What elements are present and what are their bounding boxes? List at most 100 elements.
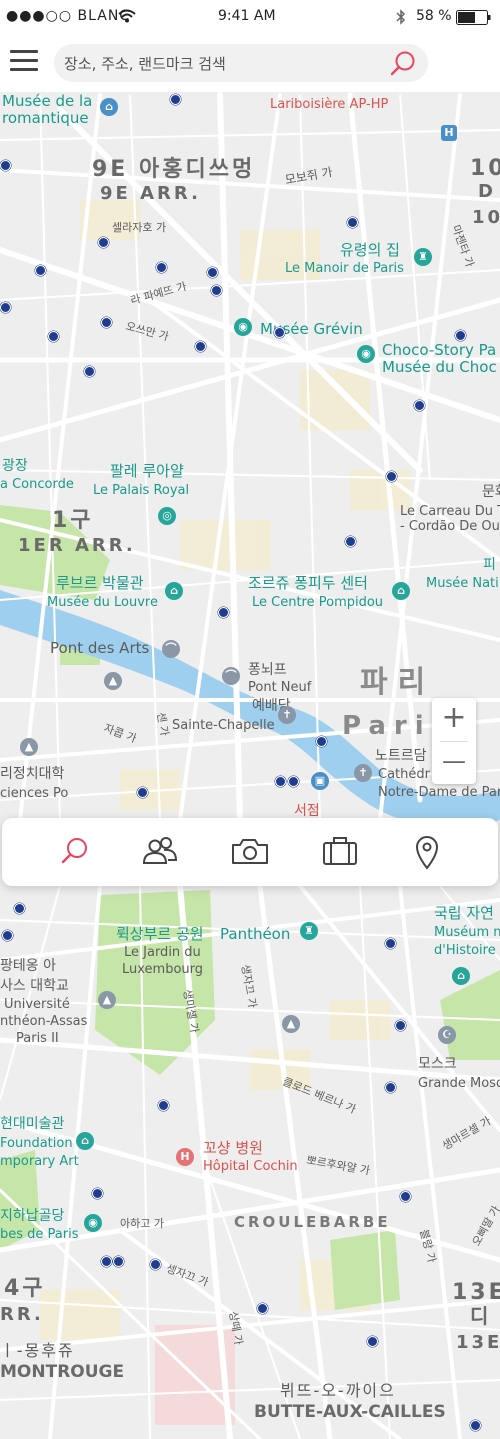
metro-icon[interactable] [218,607,229,618]
poi-palais-fr[interactable]: Le Palais Royal [93,483,189,499]
metro-icon[interactable] [158,1100,169,1111]
menu-icon[interactable] [10,50,38,76]
metro-icon[interactable] [195,341,206,352]
metro-icon[interactable] [101,1256,112,1267]
search-input[interactable] [62,46,386,82]
poi-pompidou-fr[interactable]: Le Centre Pompidou [252,595,383,611]
metro-icon[interactable] [113,1256,124,1267]
poi-pi-kr[interactable]: 피 [483,557,496,573]
metro-icon[interactable] [92,1188,103,1199]
poi-chapelle-fr[interactable]: Sainte-Chapelle [172,718,275,734]
metro-icon[interactable] [316,736,327,747]
poi-luxembourg-kr[interactable]: 뤽상부르 공원 [116,925,204,943]
metro-icon[interactable] [470,1420,481,1431]
poi-pontneuf-kr[interactable]: 퐁뇌프 [248,662,287,678]
search-bar[interactable] [54,44,428,82]
poi-cochin-fr[interactable]: Hôpital Cochin [203,1159,298,1175]
poi-concorde[interactable]: a Concorde [0,477,74,493]
metro-icon[interactable] [455,330,466,341]
metro-icon[interactable] [414,400,425,411]
poi-musee-nat[interactable]: Musée Nati [426,576,499,592]
poi-cochin-kr[interactable]: 꼬샹 병원 [203,1139,263,1157]
metro-icon[interactable] [150,1259,161,1270]
search-icon[interactable] [390,50,416,76]
poi-assas-kr-1[interactable]: 팡테옹 아 [0,958,56,974]
poi-pontneuf-fr[interactable]: Pont Neuf [248,680,311,696]
metro-icon[interactable] [35,265,46,276]
metro-icon[interactable] [386,471,397,482]
poi-sciencespo-fr[interactable]: ciences Po [0,786,68,802]
poi-assas-2[interactable]: nthéon-Assas [0,1014,87,1030]
poi-assas-kr-2[interactable]: 사스 대학교 [0,978,69,994]
poi-modern-2[interactable]: mporary Art [0,1154,79,1170]
metro-icon[interactable] [347,217,358,228]
metro-icon[interactable] [385,938,396,949]
metro-icon[interactable] [2,930,13,941]
poi-catacombs-kr[interactable]: 지하납골당 [0,1208,64,1224]
metro-icon[interactable] [400,1191,411,1202]
poi-catacombs-fr[interactable]: bes de Paris [0,1227,79,1243]
metro-icon[interactable] [211,285,222,296]
poi-pantheon[interactable]: Panthéon [220,925,290,943]
poi-national-2[interactable]: d'Histoire [434,943,496,959]
poi-assas-1[interactable]: Université [4,997,70,1013]
metro-icon[interactable] [367,1336,378,1347]
metro-icon[interactable] [385,1082,396,1093]
hospital-icon: H [176,1148,194,1166]
poi-assas-3[interactable]: Paris II [16,1031,59,1047]
tab-search-icon[interactable] [54,832,94,872]
poi-chocostory[interactable]: Choco-Story Pa Musée du Choc [382,341,497,377]
metro-icon[interactable] [345,536,356,547]
poi-luxembourg-2[interactable]: Luxembourg [122,962,203,978]
metro-icon[interactable] [170,94,181,105]
poi-luxembourg-1[interactable]: Le Jardin du [124,945,201,961]
metro-icon[interactable] [0,160,11,171]
metro-icon[interactable] [0,302,11,313]
poi-mosque-kr[interactable]: 모스크 [418,1056,457,1072]
metro-icon[interactable] [156,262,167,273]
poi-notredame-1[interactable]: Cathédr [378,767,430,783]
battery-percent: 58 % [416,8,452,24]
poi-gwangjang-kr[interactable]: 광장 [2,458,28,474]
museum-icon: ⌂ [76,1132,94,1150]
tab-briefcase-icon[interactable] [320,832,360,872]
metro-icon[interactable] [101,317,112,328]
zoom-out-button[interactable]: — [432,741,476,784]
poi-notredame-2[interactable]: Notre-Dame de Par [378,785,500,801]
poi-louvre-kr[interactable]: 루브르 박물관 [56,574,144,592]
poi-sciencespo-kr[interactable]: 리정치대학 [0,766,64,782]
tab-location-icon[interactable] [407,832,447,872]
metro-icon[interactable] [275,776,286,787]
tab-camera-icon[interactable] [230,832,270,872]
metro-icon[interactable] [48,331,59,342]
poi-mosque-fr[interactable]: Grande Mosq [418,1076,500,1092]
poi-yoomyung-kr[interactable]: 유령의 집 [340,241,400,259]
metro-icon[interactable] [395,1020,406,1031]
poi-national-kr[interactable]: 국립 자연 [434,904,494,922]
poi-seojeom[interactable]: 서점 [294,803,320,819]
metro-icon[interactable] [288,776,299,787]
metro-icon[interactable] [14,903,25,914]
metro-icon[interactable] [84,366,95,377]
poi-pompidou-kr[interactable]: 조르쥬 퐁피두 센터 [248,574,368,592]
poi-lariboisiere[interactable]: Lariboisière AP-HP [270,97,388,113]
metro-icon[interactable] [257,1303,268,1314]
poi-manoir-fr[interactable]: Le Manoir de Paris [285,261,404,277]
poi-modern-kr[interactable]: 현대미술관 [0,1116,64,1132]
metro-icon[interactable] [207,267,218,278]
zoom-in-button[interactable]: + [432,698,476,741]
poi-pont-arts[interactable]: Pont des Arts [50,639,149,657]
metro-icon[interactable] [274,327,285,338]
poi-louvre-fr[interactable]: Musée du Louvre [47,595,158,611]
tab-people-icon[interactable] [140,832,180,872]
district-1-fr: 1ER ARR. [18,535,136,556]
metro-icon[interactable] [137,787,148,798]
metro-icon[interactable] [98,237,109,248]
museum-icon: ⌂ [392,582,410,600]
poi-palais-kr[interactable]: 팔레 루아얄 [110,462,184,480]
poi-carreau[interactable]: Le Carreau Du T- Cordão De Our [400,504,500,535]
poi-musee-romantique[interactable]: Musée de la romantique [2,92,92,128]
poi-notredame-kr[interactable]: 노트르담 [375,748,427,764]
poi-modern-1[interactable]: Foundation [0,1136,73,1152]
poi-national-1[interactable]: Muséum n [434,925,500,941]
